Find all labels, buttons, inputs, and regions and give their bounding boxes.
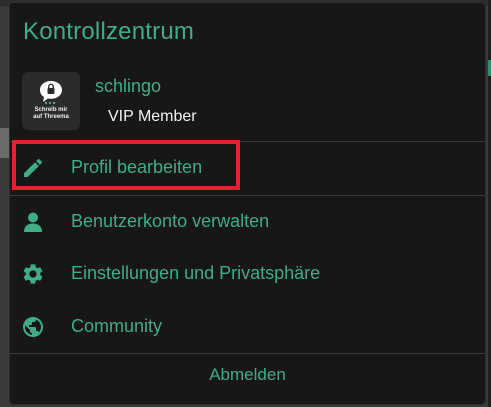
divider (10, 195, 485, 196)
chat-bubble-icon (40, 81, 62, 105)
menu-item-settings-privacy[interactable]: Einstellungen und Privatsphäre (10, 249, 485, 299)
control-center-panel: Kontrollzentrum Schreib mir auf Threema s… (9, 2, 486, 405)
user-icon (24, 212, 42, 232)
menu-item-label: Community (71, 316, 163, 336)
panel-title: Kontrollzentrum (23, 18, 195, 45)
username[interactable]: schlingo (95, 76, 161, 97)
globe-icon (23, 317, 43, 337)
member-status: VIP Member (108, 108, 197, 125)
menu-item-community[interactable]: Community (10, 302, 485, 352)
menu-item-manage-account[interactable]: Benutzerkonto verwalten (10, 197, 485, 247)
menu-item-label: Benutzerkonto verwalten (71, 211, 270, 231)
menu-item-label: Einstellungen und Privatsphäre (71, 263, 321, 283)
avatar-text: Schreib mir auf Threema (33, 107, 69, 120)
highlight-box (12, 140, 240, 190)
gear-icon (23, 264, 43, 284)
divider (10, 353, 485, 354)
logout-link[interactable]: Abmelden (10, 365, 485, 385)
avatar[interactable]: Schreib mir auf Threema (22, 72, 80, 130)
